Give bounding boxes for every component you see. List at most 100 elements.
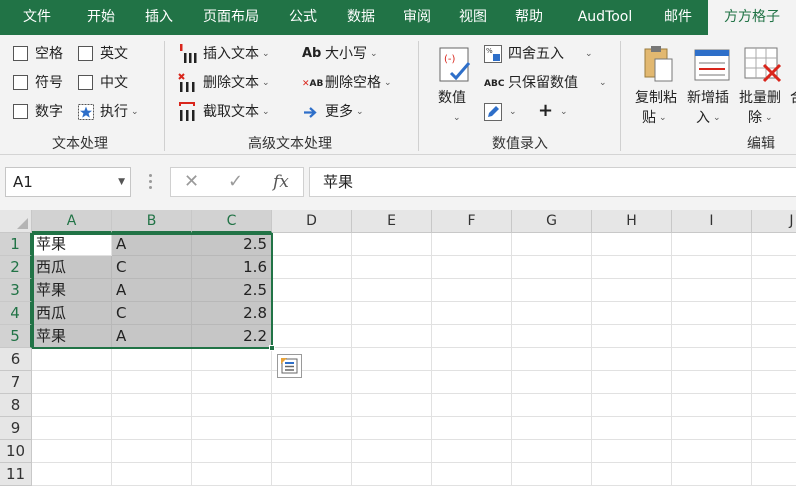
cell[interactable] xyxy=(592,440,672,463)
cell[interactable]: 2.8 xyxy=(192,302,272,325)
cell[interactable] xyxy=(592,394,672,417)
cell[interactable]: 西瓜 xyxy=(32,302,112,325)
cell[interactable] xyxy=(112,348,192,371)
cell[interactable] xyxy=(512,440,592,463)
cell[interactable] xyxy=(192,417,272,440)
column-header[interactable]: G xyxy=(512,210,592,233)
cell[interactable] xyxy=(272,325,352,348)
add-button[interactable]: + ⌄ xyxy=(538,100,568,123)
cancel-icon[interactable]: ✕ xyxy=(184,168,199,196)
cell[interactable] xyxy=(352,256,432,279)
row-header[interactable]: 2 xyxy=(0,256,32,279)
column-header[interactable]: B xyxy=(112,210,192,233)
tab-page-layout[interactable]: 页面布局 xyxy=(192,0,270,35)
tab-review[interactable]: 审阅 xyxy=(391,0,443,35)
cell[interactable] xyxy=(672,417,752,440)
checkbox-chinese[interactable]: 中文 xyxy=(78,72,138,94)
select-all-corner[interactable] xyxy=(0,210,32,233)
cell[interactable] xyxy=(352,394,432,417)
cell[interactable] xyxy=(352,417,432,440)
cell[interactable] xyxy=(112,371,192,394)
cell[interactable] xyxy=(752,371,796,394)
tab-data[interactable]: 数据 xyxy=(335,0,387,35)
cell[interactable] xyxy=(432,463,512,486)
chevron-down-icon[interactable]: ▼ xyxy=(118,168,125,196)
cell[interactable] xyxy=(752,440,796,463)
cell[interactable] xyxy=(352,279,432,302)
cell[interactable] xyxy=(32,394,112,417)
cell[interactable] xyxy=(432,256,512,279)
cell[interactable]: 苹果 xyxy=(32,279,112,302)
cell[interactable] xyxy=(672,394,752,417)
cell[interactable] xyxy=(672,233,752,256)
cell[interactable]: 苹果 xyxy=(32,325,112,348)
cell[interactable] xyxy=(432,233,512,256)
cell[interactable] xyxy=(592,463,672,486)
insert-function-icon[interactable]: fx xyxy=(273,168,289,196)
cell[interactable] xyxy=(592,325,672,348)
cell[interactable] xyxy=(512,256,592,279)
formula-input[interactable]: 苹果 xyxy=(309,167,796,197)
cell[interactable]: 2.5 xyxy=(192,279,272,302)
checkbox-box[interactable] xyxy=(13,75,28,90)
row-header[interactable]: 8 xyxy=(0,394,32,417)
cell[interactable]: A xyxy=(112,325,192,348)
cell[interactable] xyxy=(112,440,192,463)
cell[interactable] xyxy=(512,371,592,394)
tab-help[interactable]: 帮助 xyxy=(503,0,555,35)
execute-button[interactable]: 执行 ⌄ xyxy=(78,101,154,123)
cell[interactable] xyxy=(592,256,672,279)
quick-analysis-button[interactable] xyxy=(277,354,302,378)
cell[interactable]: C xyxy=(112,256,192,279)
cell[interactable] xyxy=(32,348,112,371)
cell[interactable] xyxy=(592,233,672,256)
cell[interactable] xyxy=(592,371,672,394)
batch-delete-button[interactable]: 批量删 除 ⌄ xyxy=(738,43,788,126)
cell[interactable] xyxy=(512,394,592,417)
cell[interactable] xyxy=(432,302,512,325)
cell[interactable] xyxy=(352,325,432,348)
cell[interactable] xyxy=(272,302,352,325)
cell[interactable] xyxy=(592,302,672,325)
cell[interactable] xyxy=(752,463,796,486)
value-button[interactable]: (-) 数值 ⌄ xyxy=(434,43,476,125)
fill-handle[interactable] xyxy=(269,345,275,351)
column-header[interactable]: D xyxy=(272,210,352,233)
checkbox-box[interactable] xyxy=(78,46,93,61)
cell[interactable] xyxy=(752,256,796,279)
cell[interactable] xyxy=(192,394,272,417)
cell[interactable] xyxy=(352,440,432,463)
keep-values-button[interactable]: ABC 只保留数值 ⌄ xyxy=(484,72,608,94)
spreadsheet-grid[interactable]: A B C D E F G H I J 1 苹果 A 2.5 2 西瓜 C 1.6 3 苹果 A 2.5 4 西瓜 C 2.8 5 苹… xyxy=(0,210,796,490)
cell[interactable] xyxy=(512,302,592,325)
row-header[interactable]: 7 xyxy=(0,371,32,394)
cell[interactable] xyxy=(672,348,752,371)
delete-spaces-button[interactable]: ✕AB 删除空格 ⌄ xyxy=(302,72,402,94)
tab-file[interactable]: 文件 xyxy=(8,0,66,35)
copy-paste-button[interactable]: 复制粘 贴 ⌄ xyxy=(632,43,684,126)
cell[interactable] xyxy=(432,279,512,302)
cell[interactable] xyxy=(672,371,752,394)
checkbox-box[interactable] xyxy=(13,104,28,119)
cell[interactable] xyxy=(752,279,796,302)
tab-fangfang-grid[interactable]: 方方格子 xyxy=(708,0,796,36)
cell[interactable] xyxy=(752,302,796,325)
formula-bar-grip[interactable] xyxy=(149,174,152,190)
cell[interactable] xyxy=(512,417,592,440)
row-header[interactable]: 10 xyxy=(0,440,32,463)
name-box[interactable]: A1 ▼ xyxy=(5,167,131,197)
cell[interactable] xyxy=(112,463,192,486)
delete-text-button[interactable]: 删除文本 ⌄ xyxy=(178,72,282,94)
cell[interactable] xyxy=(32,440,112,463)
cell[interactable] xyxy=(192,463,272,486)
cell[interactable] xyxy=(432,417,512,440)
tab-home[interactable]: 开始 xyxy=(72,0,130,35)
cell[interactable] xyxy=(512,348,592,371)
column-header[interactable]: F xyxy=(432,210,512,233)
cell[interactable] xyxy=(272,256,352,279)
round-button[interactable]: % 四舍五入 ⌄ xyxy=(484,43,594,65)
cell[interactable] xyxy=(432,348,512,371)
cell[interactable] xyxy=(672,279,752,302)
cell[interactable] xyxy=(512,325,592,348)
cell[interactable] xyxy=(192,348,272,371)
